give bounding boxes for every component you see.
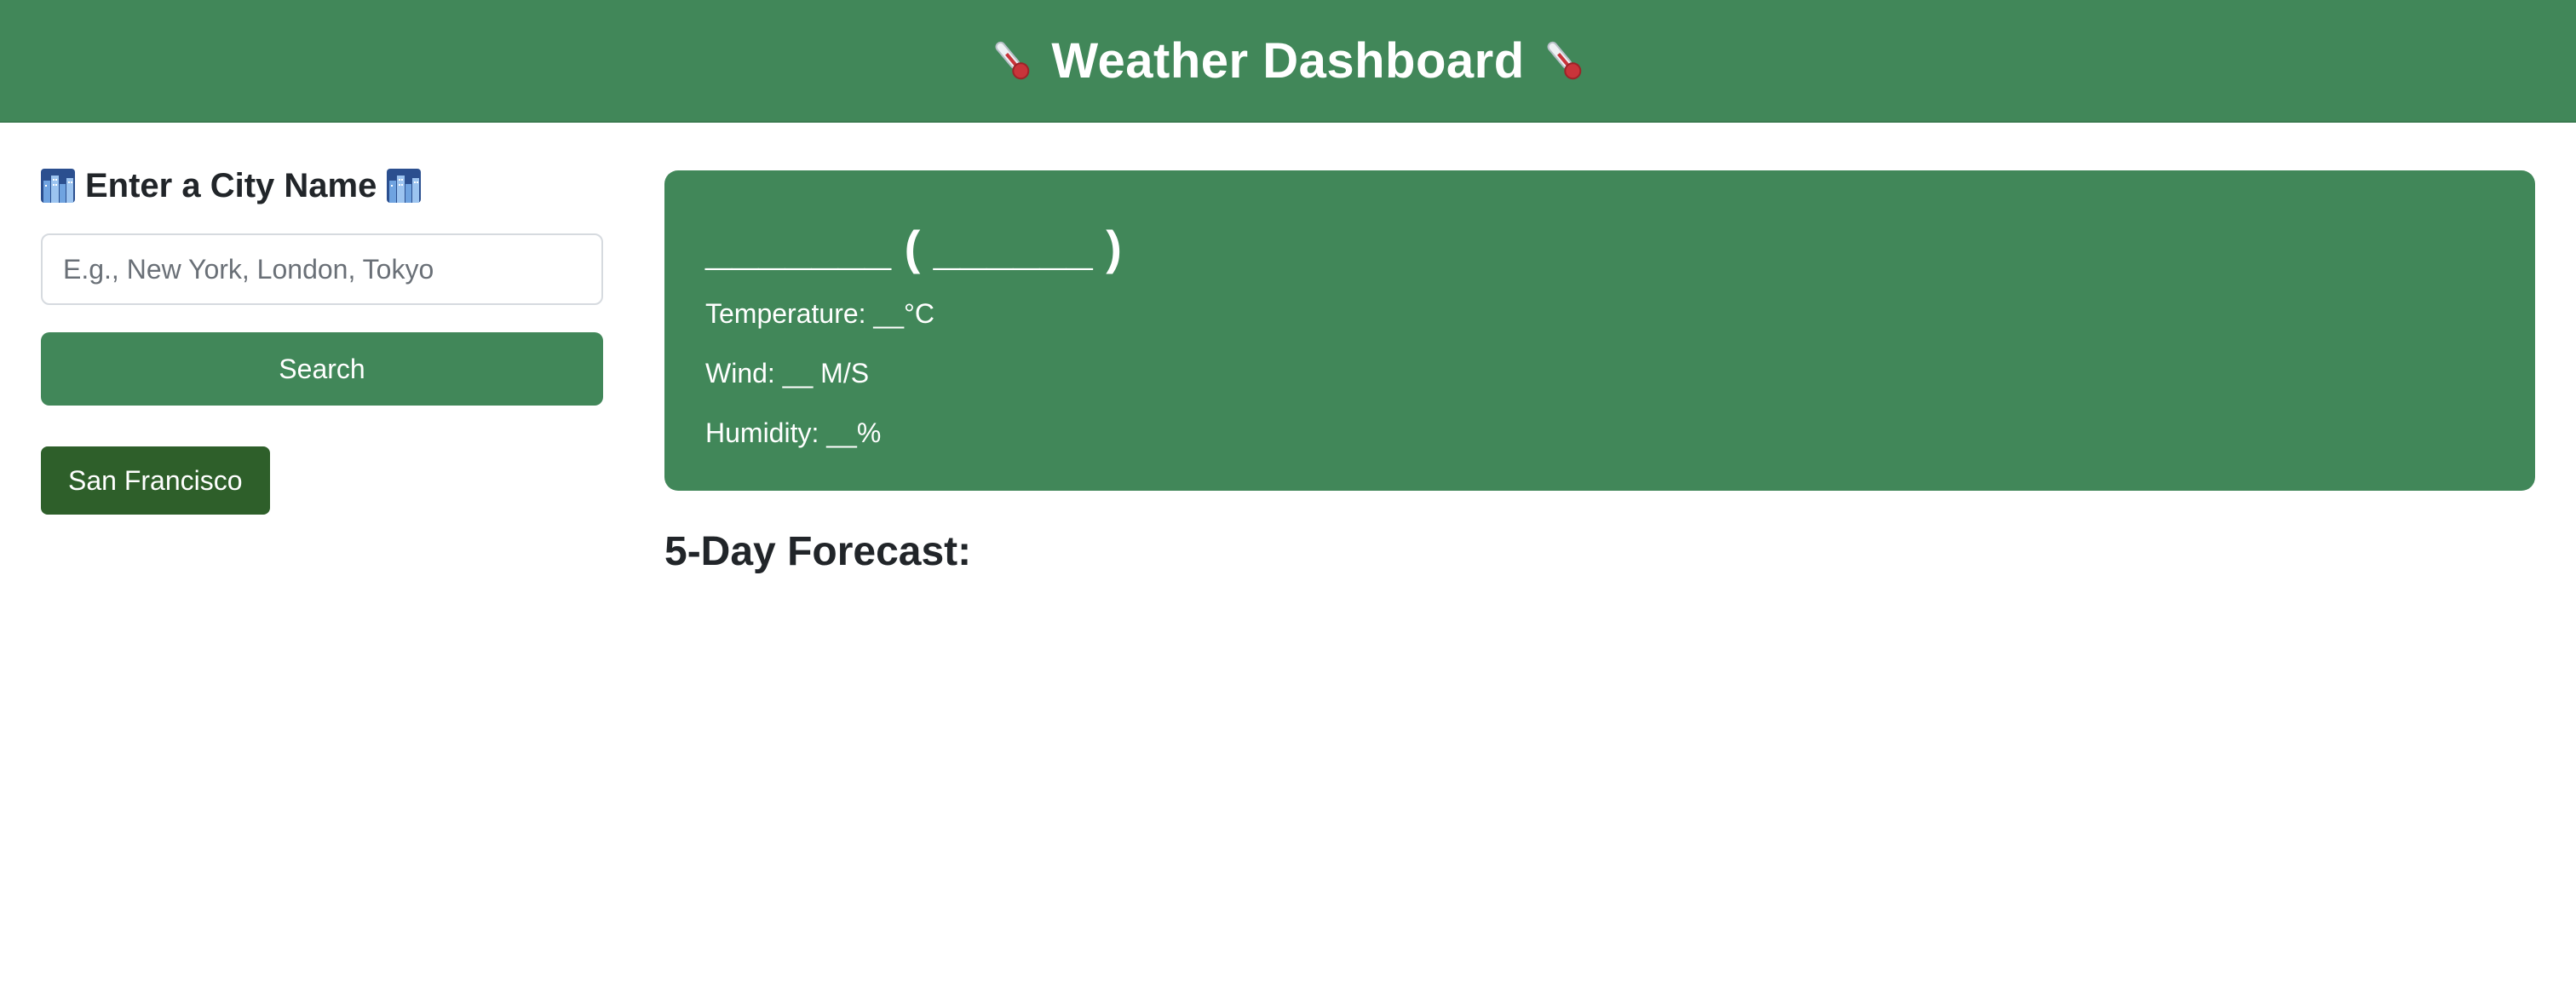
current-city-date: _______ ( ______ ) [705, 221, 1122, 274]
city-search-heading-label: Enter a City Name [85, 166, 377, 204]
thermometer-icon [1547, 41, 1581, 80]
current-weather-card: _______ ( ______ ) Temperature: __°C Win… [664, 170, 2535, 491]
thermometer-icon [995, 41, 1030, 80]
header-title-group: Weather Dashboard [988, 32, 1587, 89]
city-search-input[interactable] [41, 233, 603, 305]
city-search-heading: Enter a City Name [41, 162, 603, 210]
search-button[interactable]: Search [41, 332, 603, 406]
history-city-button[interactable]: San Francisco [41, 446, 270, 515]
current-humidity: Humidity: __% [705, 417, 882, 448]
cityscape-icon [41, 169, 75, 203]
forecast-heading: 5-Day Forecast: [664, 529, 972, 574]
search-sidebar: Enter a City Name Search San Francisco [41, 162, 603, 515]
page-title: Weather Dashboard [1051, 32, 1525, 89]
cityscape-icon [387, 169, 422, 203]
search-history-list: San Francisco [41, 406, 603, 515]
app-header: Weather Dashboard [0, 0, 2576, 123]
current-wind: Wind: __ M/S [705, 358, 870, 389]
current-temperature: Temperature: __°C [705, 298, 934, 329]
